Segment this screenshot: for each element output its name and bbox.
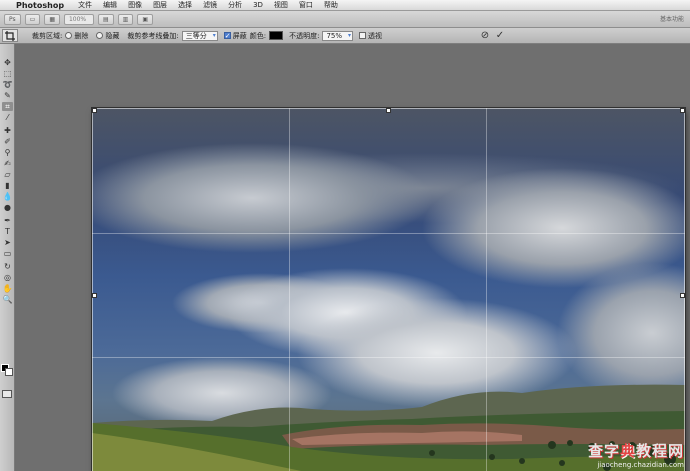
gradient-tool-icon[interactable]: ▮ bbox=[2, 181, 13, 190]
perspective-label: 透视 bbox=[368, 31, 382, 40]
hand-tool-icon[interactable]: ✋ bbox=[2, 284, 13, 293]
crop-tool-icon-active[interactable]: ⌗ bbox=[2, 102, 13, 111]
crop-guide-overlay-label: 裁剪参考线叠加: bbox=[127, 31, 179, 40]
shield-label: 屏蔽 bbox=[232, 31, 247, 40]
application-bar: Ps ▭ ▦ 100% ▤ ▥ ▣ 基本功能 bbox=[0, 11, 690, 28]
document-window bbox=[16, 44, 690, 471]
screen-mode-button[interactable]: ▣ bbox=[137, 13, 153, 25]
menu-edit[interactable]: 编辑 bbox=[103, 0, 117, 10]
marquee-tool-icon[interactable]: ⬚ bbox=[2, 69, 13, 78]
hide-label: 隐藏 bbox=[105, 31, 120, 40]
dodge-tool-icon[interactable]: ● bbox=[2, 203, 13, 212]
menu-window[interactable]: 窗口 bbox=[299, 0, 313, 10]
options-bar: 裁剪区域: 删除 隐藏 裁剪参考线叠加: 三等分 ✓ 屏蔽 颜色: 不透明度: … bbox=[0, 28, 690, 44]
menu-filter[interactable]: 滤镜 bbox=[203, 0, 217, 10]
tool-preset-picker[interactable] bbox=[2, 29, 18, 42]
quick-select-tool-icon[interactable]: ✎ bbox=[2, 91, 13, 100]
brush-tool-icon[interactable]: ✐ bbox=[2, 137, 13, 146]
shield-checkbox[interactable]: ✓ bbox=[223, 32, 231, 40]
menu-file[interactable]: 文件 bbox=[78, 0, 92, 10]
site-watermark: 查字典教程网 jiaocheng.chazidian.com bbox=[588, 440, 684, 469]
type-tool-icon[interactable]: T bbox=[2, 227, 13, 236]
history-brush-tool-icon[interactable]: ✍ bbox=[2, 159, 13, 168]
clone-stamp-tool-icon[interactable]: ⚲ bbox=[2, 148, 13, 157]
cancel-crop-icon[interactable]: ⊘ bbox=[479, 30, 491, 42]
crop-guide-line bbox=[92, 233, 685, 234]
eyedropper-tool-icon[interactable]: ⁄ bbox=[2, 113, 13, 122]
crop-guide-line bbox=[486, 108, 487, 471]
cropped-area-label: 裁剪区域: bbox=[32, 31, 63, 40]
watermark-title-part: 查字 bbox=[587, 442, 620, 460]
shield-color-label: 颜色: bbox=[249, 31, 267, 40]
watermark-title-part: 典 bbox=[619, 442, 636, 460]
commit-crop-icon[interactable]: ✓ bbox=[494, 30, 506, 42]
shield-color-swatch[interactable] bbox=[269, 31, 284, 40]
shape-tool-icon[interactable]: ▭ bbox=[2, 249, 13, 258]
photo-canvas[interactable] bbox=[92, 108, 685, 471]
view-extras-button[interactable]: ▤ bbox=[97, 13, 114, 25]
quick-mask-icon[interactable] bbox=[2, 390, 12, 398]
tools-panel: ✥ ⬚ ➰ ✎ ⌗ ⁄ ✚ ✐ ⚲ ✍ ▱ ▮ 💧 ● ✒ T ➤ ▭ ↻ ◎ … bbox=[0, 44, 15, 471]
pen-tool-icon[interactable]: ✒ bbox=[2, 216, 13, 225]
blur-tool-icon[interactable]: 💧 bbox=[2, 192, 13, 201]
menu-view[interactable]: 视图 bbox=[274, 0, 288, 10]
crop-handle-left[interactable] bbox=[92, 293, 97, 298]
app-menu[interactable]: Photoshop bbox=[16, 1, 64, 10]
crop-handle-top[interactable] bbox=[386, 108, 391, 113]
menu-3d[interactable]: 3D bbox=[253, 1, 263, 9]
minibridge-button[interactable]: ▦ bbox=[44, 13, 60, 25]
ps-logo-icon[interactable]: Ps bbox=[4, 13, 21, 25]
background-color-swatch[interactable] bbox=[5, 368, 13, 376]
crop-handle-top-left[interactable] bbox=[92, 108, 97, 113]
crop-guide-line bbox=[92, 357, 685, 358]
delete-label: 删除 bbox=[74, 31, 89, 40]
crop-guide-line bbox=[289, 108, 290, 471]
move-tool-icon[interactable]: ✥ bbox=[2, 58, 13, 67]
watermark-url: jiaocheng.chazidian.com bbox=[597, 461, 684, 469]
healing-tool-icon[interactable]: ✚ bbox=[2, 126, 13, 135]
hide-radio[interactable] bbox=[96, 32, 104, 39]
opacity-label: 不透明度: bbox=[289, 31, 320, 40]
zoom-level-field[interactable]: 100% bbox=[63, 13, 94, 25]
lasso-tool-icon[interactable]: ➰ bbox=[2, 80, 13, 89]
watermark-title: 查字典教程网 bbox=[588, 440, 684, 461]
crop-handle-top-right[interactable] bbox=[680, 108, 685, 113]
3d-orbit-tool-icon[interactable]: ◎ bbox=[2, 273, 13, 282]
perspective-checkbox[interactable] bbox=[359, 32, 366, 39]
menu-help[interactable]: 帮助 bbox=[324, 0, 338, 10]
menu-analysis[interactable]: 分析 bbox=[228, 0, 242, 10]
3d-rotate-tool-icon[interactable]: ↻ bbox=[2, 262, 13, 271]
eraser-tool-icon[interactable]: ▱ bbox=[2, 170, 13, 179]
watermark-title-part: 教程网 bbox=[635, 442, 684, 460]
crop-guide-overlay-select[interactable]: 三等分 bbox=[181, 30, 218, 41]
menu-select[interactable]: 选择 bbox=[178, 0, 192, 10]
workspace-switcher[interactable]: 基本功能 bbox=[660, 14, 684, 23]
zoom-tool-icon[interactable]: 🔍 bbox=[2, 295, 13, 304]
menu-layer[interactable]: 图层 bbox=[153, 0, 167, 10]
crop-tool-icon bbox=[5, 30, 15, 41]
path-selection-tool-icon[interactable]: ➤ bbox=[2, 238, 13, 247]
delete-radio[interactable] bbox=[65, 32, 73, 39]
menu-bar: Photoshop 文件 编辑 图像 图层 选择 滤镜 分析 3D 视图 窗口 … bbox=[0, 0, 690, 11]
crop-handle-right[interactable] bbox=[680, 293, 685, 298]
opacity-field[interactable]: 75% bbox=[322, 30, 353, 41]
arrange-documents-button[interactable]: ▥ bbox=[117, 13, 134, 25]
bridge-button[interactable]: ▭ bbox=[24, 13, 41, 25]
menu-image[interactable]: 图像 bbox=[128, 0, 142, 10]
